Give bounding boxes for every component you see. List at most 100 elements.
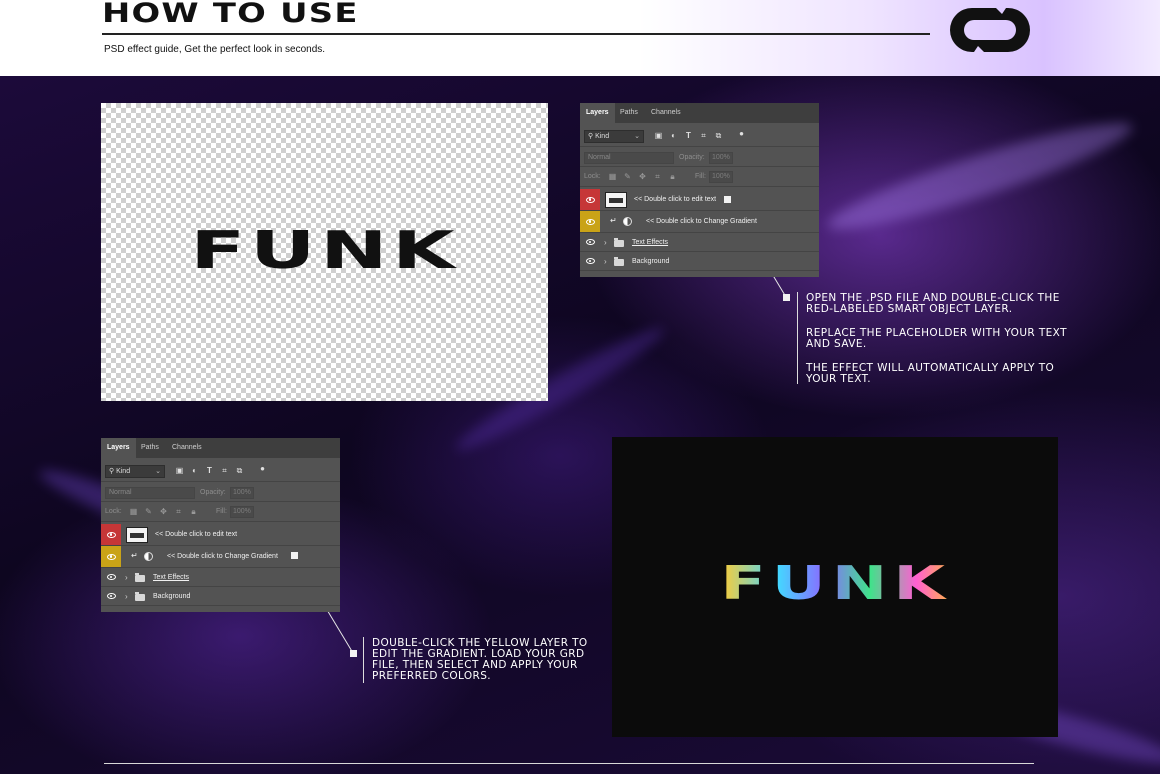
eye-icon: [585, 218, 595, 225]
layer-row-gradient[interactable]: ↵ << Double click to Change Gradient: [580, 211, 819, 233]
effect-text: FUNK: [719, 556, 951, 610]
adjustment-filter-icon[interactable]: ◐: [669, 131, 678, 140]
chevron-down-icon: ⌄: [634, 133, 640, 140]
lock-label: Lock:: [584, 173, 601, 180]
layer-name: << Double click to edit text: [155, 531, 238, 538]
adjustment-filter-icon[interactable]: ◐: [190, 466, 199, 475]
lock-brush-icon[interactable]: ✎: [144, 507, 153, 516]
filter-kind-select[interactable]: ⚲ Kind ⌄: [584, 130, 644, 143]
gradient-fill-icon: [144, 552, 153, 561]
callout-step: REPLACE THE PLACEHOLDER WITH YOUR TEXT A…: [806, 327, 1067, 350]
placeholder-text: FUNK: [189, 221, 460, 281]
layer-name: Background: [632, 258, 670, 265]
eye-icon: [106, 593, 116, 599]
visibility-toggle[interactable]: [101, 524, 121, 545]
lock-icon[interactable]: 🔒︎: [668, 172, 677, 181]
visibility-toggle[interactable]: [580, 233, 600, 251]
gradient-fill-icon: [623, 217, 632, 226]
chevron-down-icon: ⌄: [155, 468, 161, 475]
lock-pixels-icon[interactable]: ▦: [608, 172, 617, 181]
blend-mode-select[interactable]: Normal: [105, 487, 195, 499]
blend-mode-select[interactable]: Normal: [584, 152, 674, 164]
visibility-toggle[interactable]: [101, 568, 121, 586]
visibility-toggle[interactable]: [580, 211, 600, 232]
smart-object-thumbnail: [605, 192, 627, 208]
shape-filter-icon[interactable]: ⌗: [699, 131, 708, 140]
lock-position-icon[interactable]: ✥: [159, 507, 168, 516]
chevron-right-icon[interactable]: ›: [125, 592, 128, 602]
lock-artboard-icon[interactable]: ⌗: [653, 172, 662, 181]
fill-field[interactable]: 100%: [230, 506, 254, 518]
lock-pixels-icon[interactable]: ▦: [129, 507, 138, 516]
opacity-field[interactable]: 100%: [709, 152, 733, 164]
page-subtitle: PSD effect guide, Get the perfect look i…: [104, 44, 326, 55]
panel-tabs: Layers Paths Channels: [580, 103, 819, 123]
eye-icon: [585, 258, 595, 264]
panel-tabs: Layers Paths Channels: [101, 438, 340, 458]
folder-icon: [135, 592, 145, 601]
filter-toggle-icon[interactable]: ●: [258, 464, 267, 473]
type-filter-icon[interactable]: T: [684, 131, 693, 140]
tab-channels[interactable]: Channels: [166, 438, 208, 458]
smart-object-filter-icon[interactable]: ⧉: [714, 131, 723, 140]
eye-icon: [585, 196, 595, 203]
layer-row-text-effects[interactable]: › Text Effects: [580, 233, 819, 252]
opacity-label: Opacity:: [679, 154, 705, 161]
lock-artboard-icon[interactable]: ⌗: [174, 507, 183, 516]
footer-divider: [104, 763, 1034, 764]
filter-kind-select[interactable]: ⚲ Kind ⌄: [105, 465, 165, 478]
layer-name: Background: [153, 593, 191, 600]
tab-layers[interactable]: Layers: [101, 438, 136, 458]
lock-label: Lock:: [105, 508, 122, 515]
fill-field[interactable]: 100%: [709, 171, 733, 183]
tab-channels[interactable]: Channels: [645, 103, 687, 123]
brand-logo-icon: [950, 8, 1030, 52]
callout-marker: [350, 650, 357, 657]
fill-label: Fill:: [216, 508, 227, 515]
opacity-label: Opacity:: [200, 489, 226, 496]
pixel-filter-icon[interactable]: ▣: [175, 466, 184, 475]
eye-icon: [106, 553, 116, 560]
fill-label: Fill:: [695, 173, 706, 180]
clipping-arrow-icon: ↵: [610, 216, 617, 225]
header-divider: [102, 33, 930, 35]
visibility-toggle[interactable]: [580, 252, 600, 270]
layers-panel: Layers Paths Channels ⚲ Kind ⌄ ▣ ◐ T ⌗ ⧉…: [101, 438, 340, 612]
visibility-toggle[interactable]: [101, 546, 121, 567]
layer-row-gradient[interactable]: ↵ << Double click to Change Gradient: [101, 546, 340, 568]
opacity-field[interactable]: 100%: [230, 487, 254, 499]
eye-icon: [106, 531, 116, 538]
chevron-right-icon[interactable]: ›: [604, 257, 607, 267]
lock-position-icon[interactable]: ✥: [638, 172, 647, 181]
layer-name: << Double click to edit text: [634, 196, 717, 203]
visibility-toggle[interactable]: [101, 587, 121, 605]
callout-top: OPEN THE .PSD FILE AND DOUBLE-CLICK THE …: [806, 293, 1076, 398]
callout-step: THE EFFECT WILL AUTOMATICALLY APPLY TO Y…: [806, 362, 1055, 385]
lock-row: Lock: ▦ ✎ ✥ ⌗ 🔒︎ Fill: 100%: [580, 167, 819, 187]
tab-layers[interactable]: Layers: [580, 103, 615, 123]
shape-filter-icon[interactable]: ⌗: [220, 466, 229, 475]
layer-row-smart-object[interactable]: << Double click to edit text: [101, 524, 340, 546]
smart-object-filter-icon[interactable]: ⧉: [235, 466, 244, 475]
smart-object-thumbnail: [126, 527, 148, 543]
page-title: HOW TO USE: [102, 0, 359, 29]
chevron-right-icon[interactable]: ›: [604, 238, 607, 248]
layer-row-background[interactable]: › Background: [101, 587, 340, 606]
clipping-arrow-icon: ↵: [131, 551, 138, 560]
visibility-toggle[interactable]: [580, 189, 600, 210]
layer-name: << Double click to Change Gradient: [167, 553, 278, 560]
pixel-filter-icon[interactable]: ▣: [654, 131, 663, 140]
chevron-right-icon[interactable]: ›: [125, 573, 128, 583]
callout-marker: [724, 196, 731, 203]
type-filter-icon[interactable]: T: [205, 466, 214, 475]
result-preview: FUNK: [612, 437, 1058, 737]
layer-row-text-effects[interactable]: › Text Effects: [101, 568, 340, 587]
tab-paths[interactable]: Paths: [135, 438, 165, 458]
lock-icon[interactable]: 🔒︎: [189, 507, 198, 516]
lock-brush-icon[interactable]: ✎: [623, 172, 632, 181]
filter-kind-label: Kind: [595, 133, 610, 140]
layer-row-background[interactable]: › Background: [580, 252, 819, 271]
tab-paths[interactable]: Paths: [614, 103, 644, 123]
filter-toggle-icon[interactable]: ●: [737, 129, 746, 138]
layer-row-smart-object[interactable]: << Double click to edit text: [580, 189, 819, 211]
